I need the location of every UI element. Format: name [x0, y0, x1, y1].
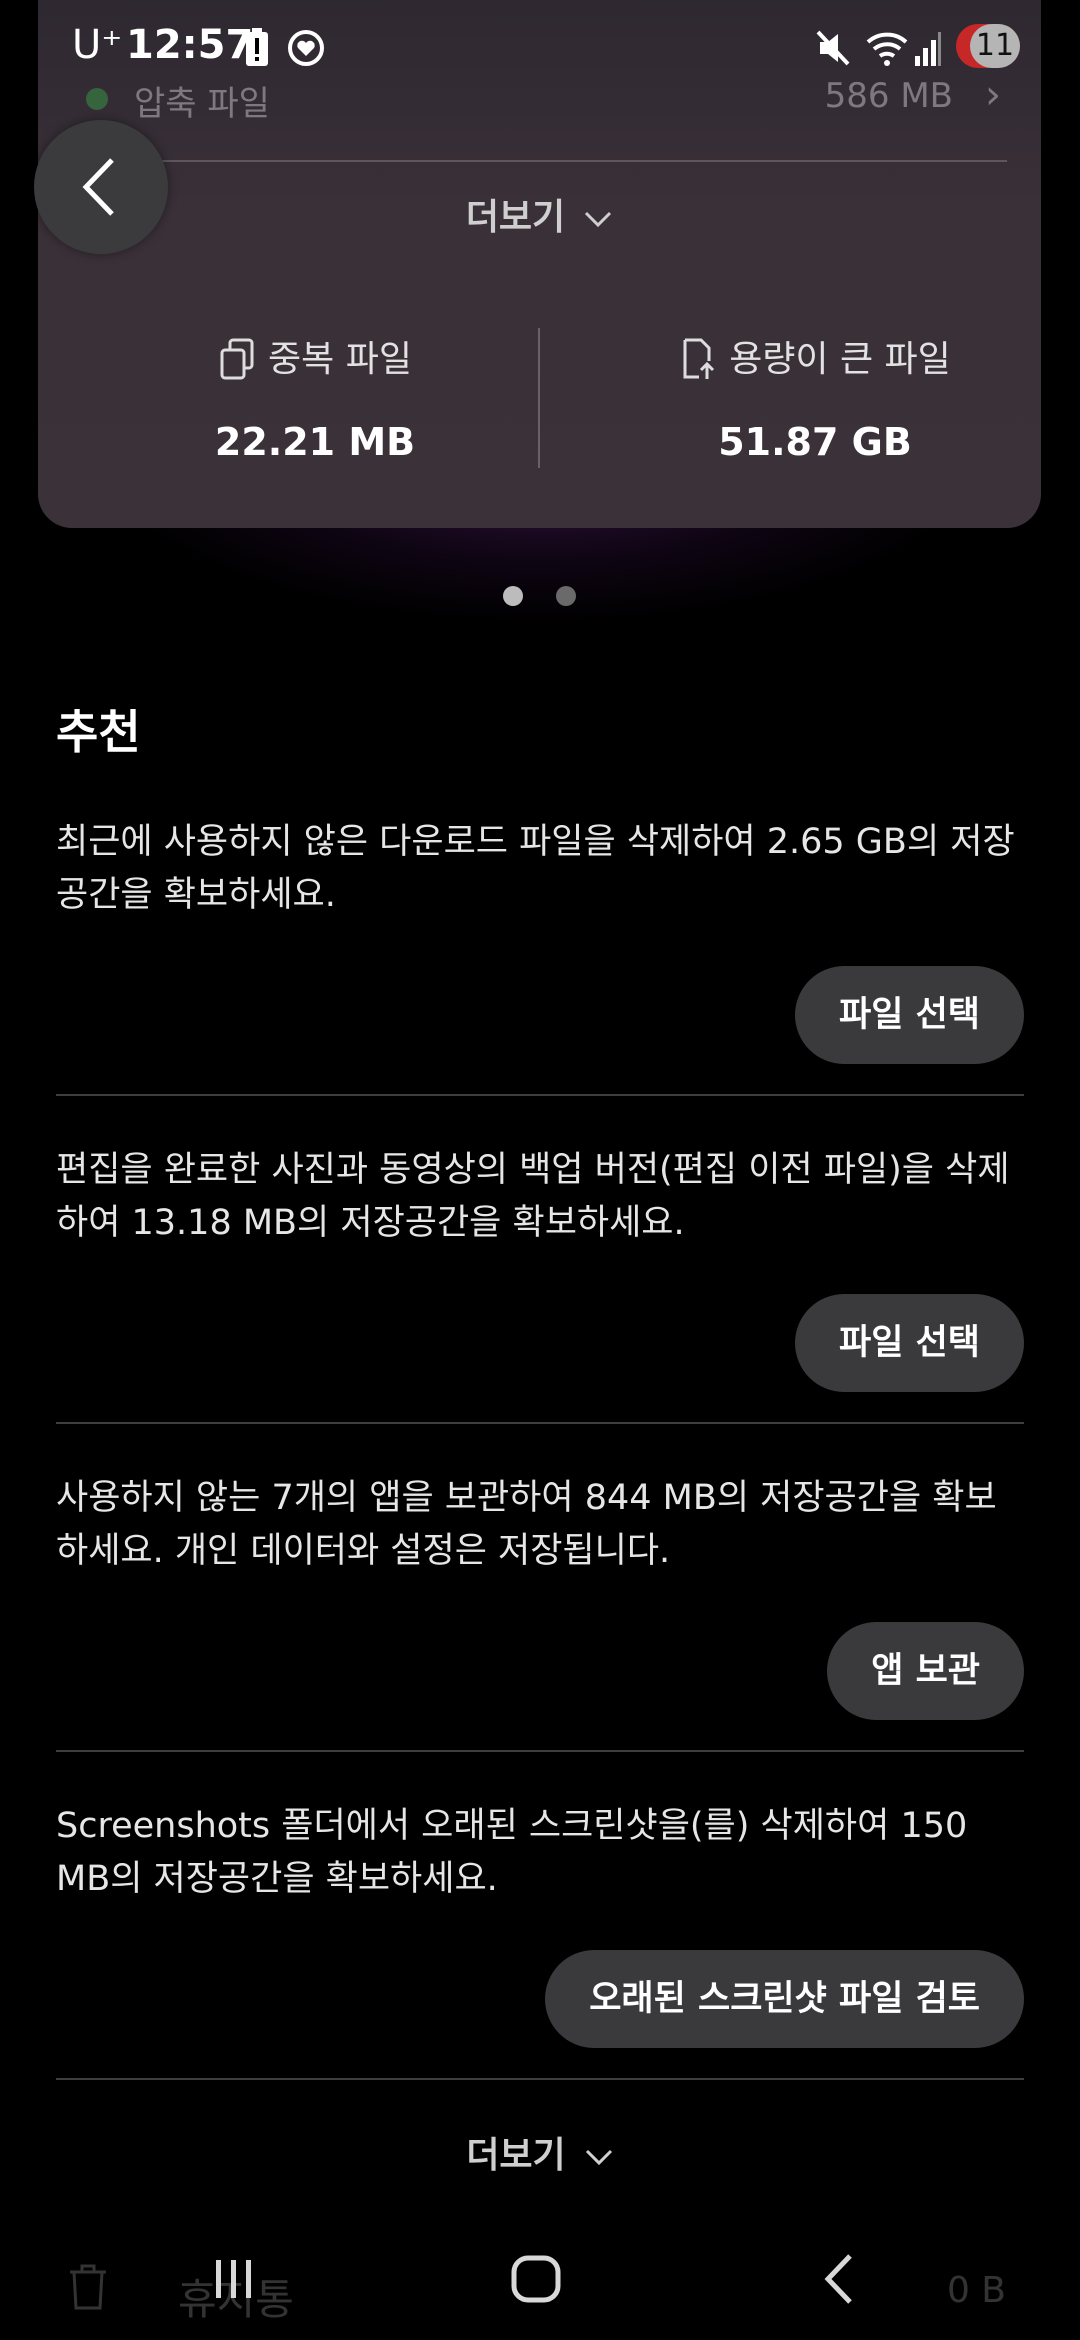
- heart-circle-icon: [288, 30, 324, 66]
- large-files-label: 용량이 큰 파일: [729, 339, 951, 380]
- stat-divider: [538, 328, 540, 468]
- back-nav-icon[interactable]: [818, 2250, 858, 2308]
- wifi-icon: [866, 32, 908, 66]
- chevron-down-icon: [584, 2135, 614, 2176]
- duplicate-files-stat[interactable]: 중복 파일 22.21 MB: [90, 330, 540, 464]
- battery-alert-icon: [246, 28, 268, 66]
- large-files-size: 51.87 GB: [718, 420, 912, 464]
- signal-icon: [915, 32, 941, 66]
- page-indicator-dot-active[interactable]: [503, 586, 523, 606]
- home-icon[interactable]: [508, 2250, 564, 2308]
- page-indicator-dot[interactable]: [556, 586, 576, 606]
- divider: [156, 160, 1007, 162]
- more-label: 더보기: [465, 197, 566, 238]
- duplicate-files-icon: [220, 338, 254, 380]
- back-button[interactable]: [34, 120, 168, 254]
- chevron-left-icon: [82, 158, 114, 216]
- recommendations-title: 추천: [56, 705, 141, 759]
- more-button-top[interactable]: 더보기: [38, 188, 1041, 240]
- recommendation-item: Screenshots 폴더에서 오래된 스크린샷을(를) 삭제하여 150 M…: [56, 1800, 1024, 2080]
- chevron-down-icon: [583, 197, 613, 238]
- recommendation-text: 최근에 사용하지 않은 다운로드 파일을 삭제하여 2.65 GB의 저장공간을…: [56, 822, 1015, 915]
- clock: 12:57: [126, 22, 254, 68]
- select-files-button[interactable]: 파일 선택: [795, 966, 1024, 1064]
- more-button-bottom[interactable]: 더보기: [0, 2126, 1080, 2178]
- divider: [56, 1750, 1024, 1752]
- navigation-bar: [0, 2230, 1080, 2340]
- carrier-label: U⁺: [72, 22, 123, 68]
- archive-apps-button[interactable]: 앱 보관: [827, 1622, 1024, 1720]
- divider: [56, 1094, 1024, 1096]
- select-files-button[interactable]: 파일 선택: [795, 1294, 1024, 1392]
- recommendation-item: 사용하지 않는 7개의 앱을 보관하여 844 MB의 저장공간을 확보하세요.…: [56, 1472, 1024, 1752]
- notification-count-badge: 11: [956, 24, 1020, 68]
- recent-apps-icon[interactable]: [210, 2250, 258, 2308]
- more-label: 더보기: [466, 2135, 566, 2176]
- recommendation-text: 사용하지 않는 7개의 앱을 보관하여 844 MB의 저장공간을 확보하세요.…: [56, 1478, 997, 1571]
- large-file-icon: [683, 338, 715, 379]
- recommendation-item: 최근에 사용하지 않은 다운로드 파일을 삭제하여 2.65 GB의 저장공간을…: [56, 816, 1024, 1096]
- mute-icon: [816, 30, 850, 66]
- divider: [56, 2078, 1024, 2080]
- duplicate-files-size: 22.21 MB: [214, 420, 416, 464]
- review-old-screenshots-button[interactable]: 오래된 스크린샷 파일 검토: [545, 1950, 1024, 2048]
- recommendation-text: 편집을 완료한 사진과 동영상의 백업 버전(편집 이전 파일)을 삭제하여 1…: [56, 1150, 1010, 1243]
- large-files-stat[interactable]: 용량이 큰 파일 51.87 GB: [590, 330, 1040, 464]
- status-bar: U⁺ 12:57 11: [0, 0, 1080, 96]
- duplicate-files-label: 중복 파일: [268, 339, 412, 380]
- recommendation-text: Screenshots 폴더에서 오래된 스크린샷을(를) 삭제하여 150 M…: [56, 1806, 968, 1899]
- divider: [56, 1422, 1024, 1424]
- recommendation-item: 편집을 완료한 사진과 동영상의 백업 버전(편집 이전 파일)을 삭제하여 1…: [56, 1144, 1024, 1424]
